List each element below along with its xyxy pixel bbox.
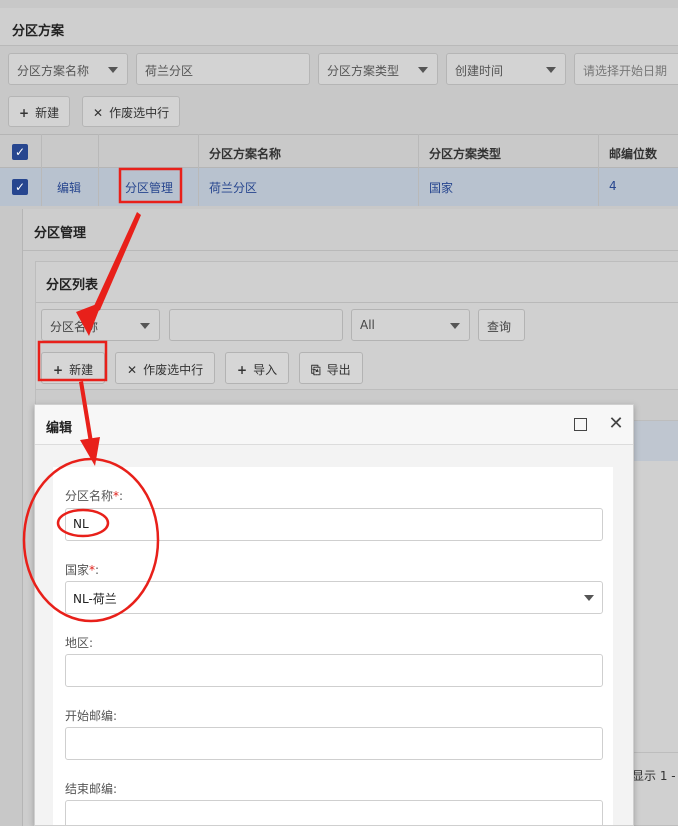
plus-icon: + <box>237 363 248 377</box>
cell-scheme-name: 荷兰分区 <box>209 181 258 195</box>
column-divider <box>98 134 99 206</box>
cell-zip-digits: 4 <box>609 179 617 193</box>
column-header-digits: 邮编位数 <box>609 147 658 161</box>
export-button[interactable]: ⎘ 导出 <box>299 352 363 384</box>
import-button[interactable]: + 导入 <box>225 352 290 384</box>
end-zip-field[interactable] <box>65 800 603 825</box>
close-x-icon: ✕ <box>93 106 104 120</box>
scheme-name-filter-label: 分区方案名称 <box>17 64 90 78</box>
scheme-name-input-value: 荷兰分区 <box>145 64 194 78</box>
table-row[interactable]: ✓ 编辑 分区管理 荷兰分区 国家 4 <box>0 168 678 206</box>
partition-field-select-label: 分区名称 <box>50 320 99 334</box>
scheme-type-filter-label: 分区方案类型 <box>327 64 400 78</box>
label-colon: : <box>95 563 100 577</box>
page-title: 分区方案 <box>0 8 678 46</box>
close-icon[interactable]: ✕ <box>607 415 625 433</box>
start-date-placeholder: 请选择开始日期 <box>583 64 668 78</box>
chevron-down-icon <box>108 67 118 73</box>
column-divider <box>41 134 42 206</box>
partition-field-select[interactable]: 分区名称 <box>41 309 160 341</box>
partition-search-input[interactable] <box>169 309 343 341</box>
chevron-down-icon <box>418 67 428 73</box>
void-selected-button[interactable]: ✕ 作废选中行 <box>82 96 181 127</box>
end-zip-label: 结束邮编: <box>65 782 118 796</box>
region-field[interactable] <box>65 654 603 687</box>
import-label: 导入 <box>253 363 278 377</box>
column-divider <box>198 134 199 206</box>
scheme-name-filter[interactable]: 分区方案名称 <box>8 53 128 85</box>
void-selected-label: 作废选中行 <box>143 363 204 377</box>
export-label: 导出 <box>326 363 351 377</box>
query-button[interactable]: 查询 <box>478 309 525 341</box>
country-select[interactable]: NL-荷兰 <box>65 581 603 614</box>
column-divider <box>418 134 419 206</box>
void-selected-label: 作废选中行 <box>109 106 170 120</box>
new-partition-button[interactable]: + 新建 <box>41 352 106 384</box>
plus-icon: + <box>53 363 64 377</box>
cell-scheme-type: 国家 <box>429 181 454 195</box>
partition-manage-link[interactable]: 分区管理 <box>125 179 173 196</box>
status-select-label: All <box>360 318 375 332</box>
scheme-type-filter[interactable]: 分区方案类型 <box>318 53 438 85</box>
panel-title: 分区列表 <box>46 278 99 293</box>
country-label-text: 国家 <box>65 563 90 577</box>
created-time-filter[interactable]: 创建时间 <box>446 53 566 85</box>
chevron-down-icon <box>584 595 594 601</box>
close-x-icon: ✕ <box>127 363 138 377</box>
created-time-filter-label: 创建时间 <box>455 64 504 78</box>
table-header: ✓ 分区方案名称 分区方案类型 邮编位数 <box>0 134 678 168</box>
query-button-label: 查询 <box>487 320 512 334</box>
row-checkbox[interactable]: ✓ <box>12 179 28 195</box>
column-header-name: 分区方案名称 <box>209 147 282 161</box>
country-label: 国家*: <box>65 561 99 578</box>
label-colon: : <box>119 489 124 503</box>
dialog-body: 分区名称*: NL 国家*: NL-荷兰 地区: 开始邮编: 结束邮编: <box>35 445 633 825</box>
column-divider <box>598 134 599 206</box>
pagination-info: 显示 1 - <box>632 769 676 783</box>
edit-link[interactable]: 编辑 <box>57 179 81 196</box>
scheme-table: ✓ 分区方案名称 分区方案类型 邮编位数 ✓ 编辑 分区管理 荷兰分区 国家 4 <box>0 134 678 209</box>
scheme-name-input[interactable]: 荷兰分区 <box>136 53 310 85</box>
dialog-title: 分区管理 <box>23 209 678 251</box>
partition-name-field[interactable]: NL <box>65 508 603 541</box>
column-header-type: 分区方案类型 <box>429 147 502 161</box>
status-select[interactable]: All <box>351 309 470 341</box>
chevron-down-icon <box>546 67 556 73</box>
new-partition-label: 新建 <box>69 363 94 377</box>
edit-dialog: 编辑 ✕ 分区名称*: NL 国家*: NL-荷兰 地区: 开始邮编: 结束邮编… <box>34 404 634 826</box>
export-file-icon: ⎘ <box>311 363 321 377</box>
start-zip-label: 开始邮编: <box>65 709 118 723</box>
plus-icon: + <box>19 106 30 120</box>
divider <box>36 302 678 303</box>
country-select-value: NL-荷兰 <box>73 592 117 606</box>
region-label: 地区: <box>65 636 94 650</box>
edit-form: 分区名称*: NL 国家*: NL-荷兰 地区: 开始邮编: 结束邮编: <box>53 467 613 825</box>
start-zip-field[interactable] <box>65 727 603 760</box>
void-selected-button[interactable]: ✕ 作废选中行 <box>115 352 216 384</box>
partition-name-value: NL <box>73 517 89 531</box>
partition-name-label: 分区名称*: <box>65 487 123 504</box>
start-date-input[interactable]: 请选择开始日期 <box>574 53 678 85</box>
new-scheme-label: 新建 <box>35 106 60 120</box>
new-scheme-button[interactable]: + 新建 <box>8 96 71 127</box>
chevron-down-icon <box>450 323 460 329</box>
partition-name-label-text: 分区名称 <box>65 489 114 503</box>
maximize-icon[interactable] <box>572 415 590 433</box>
dialog-title: 编辑 <box>46 421 73 436</box>
select-all-checkbox[interactable]: ✓ <box>12 144 28 160</box>
dialog-header: 编辑 ✕ <box>35 405 633 445</box>
chevron-down-icon <box>140 323 150 329</box>
